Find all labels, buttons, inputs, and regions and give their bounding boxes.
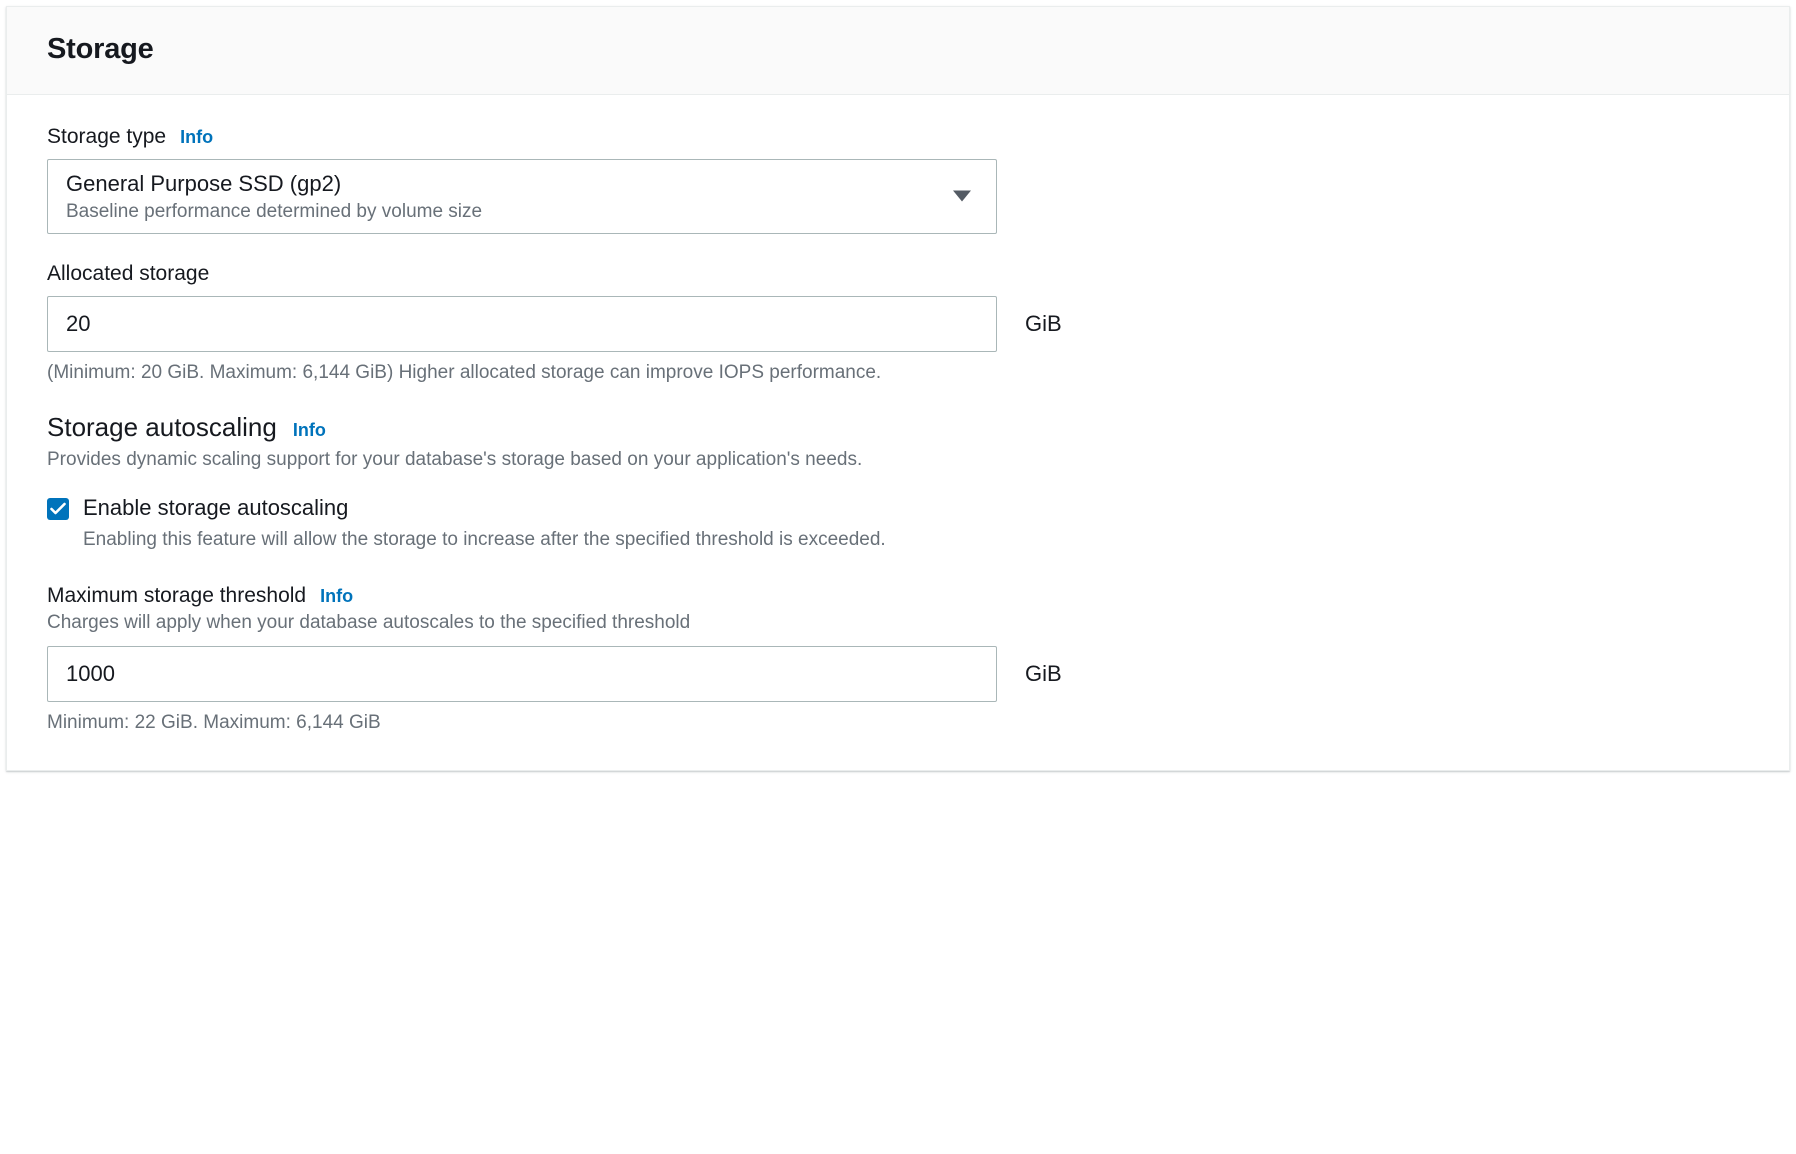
panel-body: Storage type Info General Purpose SSD (g…: [7, 95, 1789, 770]
allocated-storage-unit: GiB: [1025, 311, 1062, 337]
allocated-storage-help: (Minimum: 20 GiB. Maximum: 6,144 GiB) Hi…: [47, 362, 1749, 384]
allocated-storage-input-line: GiB: [47, 296, 1749, 352]
max-threshold-section: Maximum storage threshold Info Charges w…: [47, 584, 1749, 734]
autoscaling-checkbox-content: Enable storage autoscaling Enabling this…: [83, 494, 1749, 552]
allocated-storage-row: Allocated storage GiB (Minimum: 20 GiB. …: [47, 262, 1749, 384]
max-threshold-label-line: Maximum storage threshold Info: [47, 584, 1749, 608]
autoscaling-description: Provides dynamic scaling support for you…: [47, 447, 1749, 473]
autoscaling-section: Storage autoscaling Info Provides dynami…: [47, 412, 1749, 735]
autoscaling-checkbox-label: Enable storage autoscaling: [83, 494, 1749, 523]
allocated-storage-input[interactable]: [47, 296, 997, 352]
storage-type-label: Storage type: [47, 125, 166, 149]
max-threshold-description: Charges will apply when your database au…: [47, 612, 1749, 634]
autoscaling-info-link[interactable]: Info: [293, 420, 326, 441]
storage-type-select[interactable]: General Purpose SSD (gp2) Baseline perfo…: [47, 159, 997, 234]
enable-autoscaling-checkbox[interactable]: [47, 498, 69, 520]
storage-type-label-line: Storage type Info: [47, 125, 1749, 149]
storage-type-select-wrap: General Purpose SSD (gp2) Baseline perfo…: [47, 159, 997, 234]
chevron-down-icon: [953, 191, 971, 202]
max-threshold-unit: GiB: [1025, 661, 1062, 687]
max-threshold-info-link[interactable]: Info: [320, 586, 353, 607]
check-icon: [50, 502, 66, 516]
storage-panel: Storage Storage type Info General Purpos…: [6, 6, 1790, 771]
autoscaling-heading-row: Storage autoscaling Info: [47, 412, 1749, 443]
autoscaling-checkbox-row: Enable storage autoscaling Enabling this…: [47, 494, 1749, 552]
autoscaling-heading: Storage autoscaling: [47, 412, 277, 443]
panel-title: Storage: [47, 33, 1749, 66]
max-threshold-help: Minimum: 22 GiB. Maximum: 6,144 GiB: [47, 712, 1749, 734]
max-threshold-input-line: GiB: [47, 646, 1749, 702]
allocated-storage-label: Allocated storage: [47, 262, 209, 286]
storage-type-description: Baseline performance determined by volum…: [66, 201, 946, 223]
storage-type-value: General Purpose SSD (gp2): [66, 170, 946, 199]
storage-type-info-link[interactable]: Info: [180, 127, 213, 148]
max-threshold-input[interactable]: [47, 646, 997, 702]
autoscaling-checkbox-description: Enabling this feature will allow the sto…: [83, 527, 963, 553]
storage-type-row: Storage type Info General Purpose SSD (g…: [47, 125, 1749, 234]
allocated-storage-label-line: Allocated storage: [47, 262, 1749, 286]
max-threshold-label: Maximum storage threshold: [47, 584, 306, 608]
panel-header: Storage: [7, 7, 1789, 95]
